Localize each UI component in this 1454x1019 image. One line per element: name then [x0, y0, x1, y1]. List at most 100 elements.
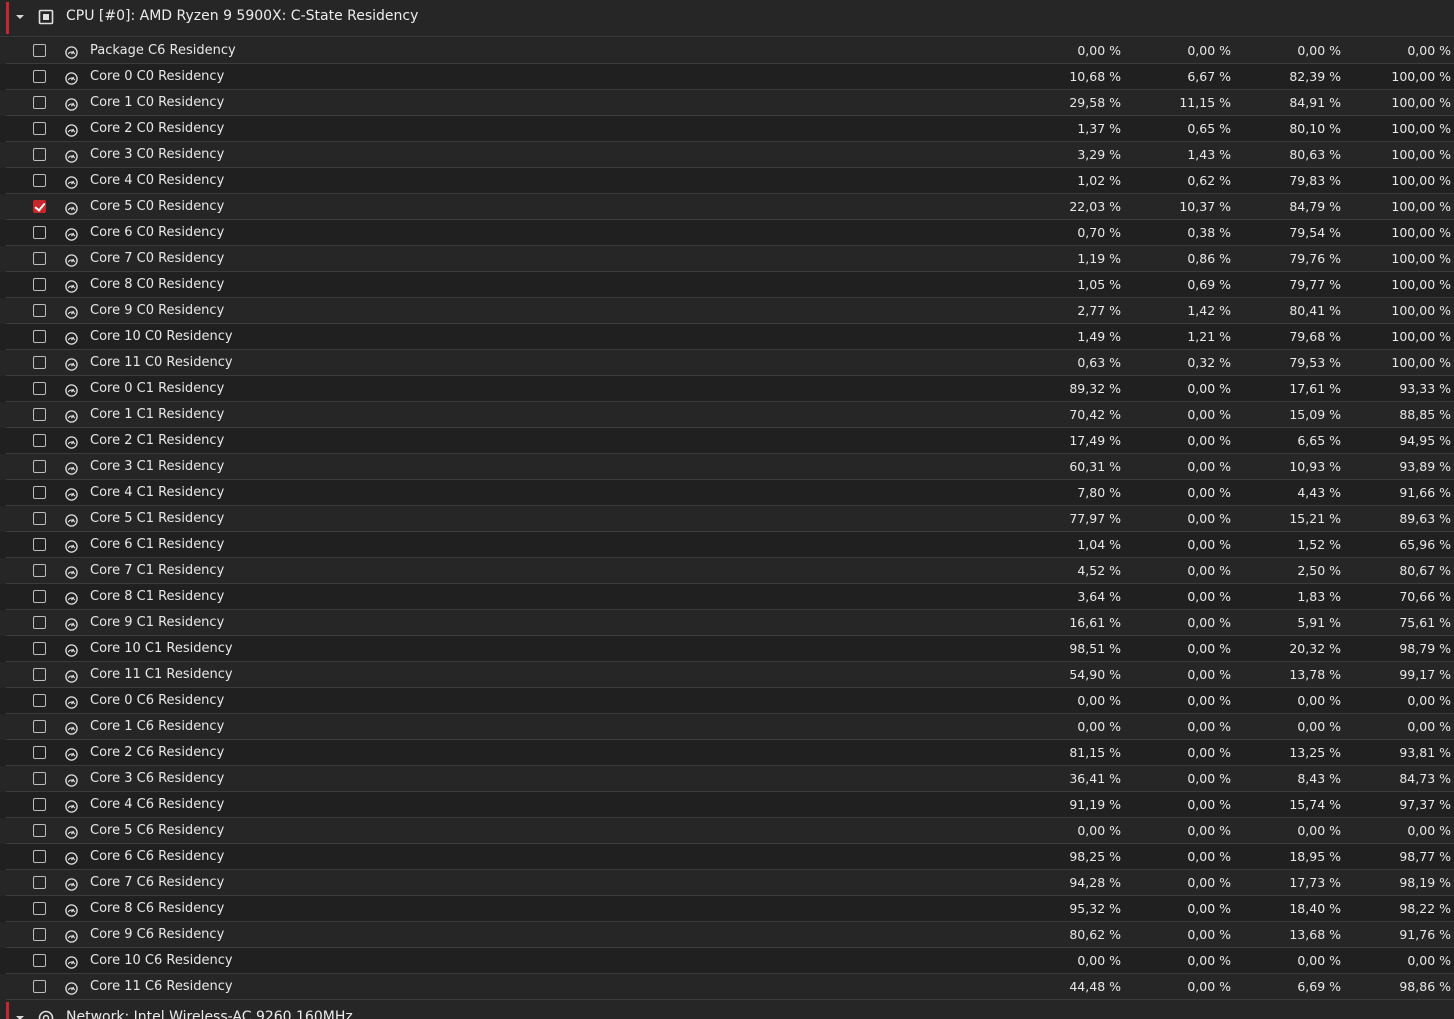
value-avg: 100,00 % [1391, 355, 1451, 370]
table-row[interactable]: Core 2 C0 Residency 1,37 % 0,65 % 80,10 % 10… [0, 116, 1454, 142]
value-max: 6,65 % [1297, 433, 1341, 448]
gauge-icon [65, 902, 78, 917]
table-row[interactable]: Core 11 C0 Residency 0,63 % 0,32 % 79,53 % 1… [0, 350, 1454, 376]
value-current: 54,90 % [1069, 667, 1121, 682]
row-checkbox[interactable] [33, 278, 46, 291]
row-checkbox[interactable] [33, 330, 46, 343]
row-checkbox[interactable] [33, 382, 46, 395]
table-row[interactable]: Package C6 Residency 0,00 % 0,00 % 0,00 % 0,… [0, 38, 1454, 64]
row-checkbox[interactable] [33, 564, 46, 577]
row-checkbox[interactable] [33, 148, 46, 161]
table-row[interactable]: Core 3 C0 Residency 3,29 % 1,43 % 80,63 % 10… [0, 142, 1454, 168]
row-checkbox[interactable] [33, 304, 46, 317]
table-row[interactable]: Core 5 C0 Residency 22,03 % 10,37 % 84,79 %… [0, 194, 1454, 220]
row-checkbox[interactable] [33, 902, 46, 915]
table-row[interactable]: Core 5 C1 Residency 77,97 % 0,00 % 15,21 % 8… [0, 506, 1454, 532]
table-row[interactable]: Core 7 C0 Residency 1,19 % 0,86 % 79,76 % 10… [0, 246, 1454, 272]
table-row[interactable]: Core 8 C0 Residency 1,05 % 0,69 % 79,77 % 10… [0, 272, 1454, 298]
row-checkbox[interactable] [33, 70, 46, 83]
value-max: 0,00 % [1297, 823, 1341, 838]
value-current: 98,51 % [1069, 641, 1121, 656]
table-row[interactable]: Core 10 C0 Residency 1,49 % 1,21 % 79,68 % 1… [0, 324, 1454, 350]
table-row[interactable]: Core 6 C1 Residency 1,04 % 0,00 % 1,52 % 65,… [0, 532, 1454, 558]
value-min: 0,00 % [1187, 407, 1231, 422]
row-checkbox[interactable] [33, 850, 46, 863]
row-checkbox[interactable] [33, 590, 46, 603]
row-checkbox[interactable] [33, 44, 46, 57]
table-row[interactable]: Core 2 C1 Residency 17,49 % 0,00 % 6,65 % 94… [0, 428, 1454, 454]
table-row[interactable]: Core 1 C0 Residency 29,58 % 11,15 % 84,91 %… [0, 90, 1454, 116]
table-row[interactable]: Core 7 C6 Residency 94,28 % 0,00 % 17,73 % 9… [0, 870, 1454, 896]
table-row[interactable]: Core 8 C1 Residency 3,64 % 0,00 % 1,83 % 70,… [0, 584, 1454, 610]
row-checkbox[interactable] [33, 798, 46, 811]
value-current: 1,05 % [1077, 277, 1121, 292]
row-checkbox[interactable] [33, 434, 46, 447]
row-checkbox[interactable] [33, 642, 46, 655]
table-row[interactable]: Core 3 C1 Residency 60,31 % 0,00 % 10,93 % 9… [0, 454, 1454, 480]
table-row[interactable]: Core 5 C6 Residency 0,00 % 0,00 % 0,00 % 0,0… [0, 818, 1454, 844]
table-row[interactable]: Core 6 C6 Residency 98,25 % 0,00 % 18,95 % 9… [0, 844, 1454, 870]
value-avg: 80,67 % [1399, 563, 1451, 578]
table-row[interactable]: Core 10 C1 Residency 98,51 % 0,00 % 20,32 %… [0, 636, 1454, 662]
row-checkbox[interactable] [33, 746, 46, 759]
table-row[interactable]: Core 9 C1 Residency 16,61 % 0,00 % 5,91 % 75… [0, 610, 1454, 636]
table-row[interactable]: Core 3 C6 Residency 36,41 % 0,00 % 8,43 % 84… [0, 766, 1454, 792]
row-checkbox[interactable] [33, 408, 46, 421]
row-checkbox[interactable] [33, 512, 46, 525]
row-checkbox[interactable] [33, 980, 46, 993]
sensor-rows: Package C6 Residency 0,00 % 0,00 % 0,00 % 0,… [0, 38, 1454, 1000]
chevron-down-icon[interactable] [14, 11, 26, 23]
row-checkbox[interactable] [33, 200, 46, 213]
row-checkbox[interactable] [33, 252, 46, 265]
row-checkbox[interactable] [33, 122, 46, 135]
table-row[interactable]: Core 6 C0 Residency 0,70 % 0,38 % 79,54 % 10… [0, 220, 1454, 246]
group-header-cpu-cstate[interactable]: CPU [#0]: AMD Ryzen 9 5900X: C-State Res… [0, 0, 1454, 37]
value-current: 17,49 % [1069, 433, 1121, 448]
row-checkbox[interactable] [33, 694, 46, 707]
table-row[interactable]: Core 2 C6 Residency 81,15 % 0,00 % 13,25 % 9… [0, 740, 1454, 766]
table-row[interactable]: Core 7 C1 Residency 4,52 % 0,00 % 2,50 % 80,… [0, 558, 1454, 584]
table-row[interactable]: Core 4 C0 Residency 1,02 % 0,62 % 79,83 % 10… [0, 168, 1454, 194]
row-checkbox[interactable] [33, 928, 46, 941]
row-checkbox[interactable] [33, 772, 46, 785]
chevron-down-icon[interactable] [14, 1012, 26, 1019]
sensor-label: Core 5 C1 Residency [90, 511, 225, 526]
table-row[interactable]: Core 9 C0 Residency 2,77 % 1,42 % 80,41 % 10… [0, 298, 1454, 324]
value-avg: 97,37 % [1399, 797, 1451, 812]
row-checkbox[interactable] [33, 226, 46, 239]
row-checkbox[interactable] [33, 356, 46, 369]
table-row[interactable]: Core 4 C1 Residency 7,80 % 0,00 % 4,43 % 91,… [0, 480, 1454, 506]
sensor-label: Core 6 C0 Residency [90, 225, 225, 240]
row-checkbox[interactable] [33, 616, 46, 629]
table-row[interactable]: Core 4 C6 Residency 91,19 % 0,00 % 15,74 % 9… [0, 792, 1454, 818]
table-row[interactable]: Core 0 C6 Residency 0,00 % 0,00 % 0,00 % 0,0… [0, 688, 1454, 714]
row-checkbox[interactable] [33, 96, 46, 109]
table-row[interactable]: Core 0 C0 Residency 10,68 % 6,67 % 82,39 % 1… [0, 64, 1454, 90]
gauge-icon [65, 200, 78, 215]
value-current: 0,00 % [1077, 823, 1121, 838]
row-checkbox[interactable] [33, 460, 46, 473]
row-checkbox[interactable] [33, 876, 46, 889]
table-row[interactable]: Core 8 C6 Residency 95,32 % 0,00 % 18,40 % 9… [0, 896, 1454, 922]
table-row[interactable]: Core 1 C6 Residency 0,00 % 0,00 % 0,00 % 0,0… [0, 714, 1454, 740]
group-header-network[interactable]: Network: Intel Wireless-AC 9260 160MHz [0, 1000, 1454, 1019]
gauge-icon [65, 174, 78, 189]
row-checkbox[interactable] [33, 720, 46, 733]
value-current: 1,49 % [1077, 329, 1121, 344]
table-row[interactable]: Core 0 C1 Residency 89,32 % 0,00 % 17,61 % 9… [0, 376, 1454, 402]
table-row[interactable]: Core 10 C6 Residency 0,00 % 0,00 % 0,00 % 0,… [0, 948, 1454, 974]
row-checkbox[interactable] [33, 174, 46, 187]
row-checkbox[interactable] [33, 668, 46, 681]
table-row[interactable]: Core 11 C6 Residency 44,48 % 0,00 % 6,69 % 9… [0, 974, 1454, 1000]
gauge-icon [65, 460, 78, 475]
table-row[interactable]: Core 9 C6 Residency 80,62 % 0,00 % 13,68 % 9… [0, 922, 1454, 948]
table-row[interactable]: Core 1 C1 Residency 70,42 % 0,00 % 15,09 % 8… [0, 402, 1454, 428]
table-row[interactable]: Core 11 C1 Residency 54,90 % 0,00 % 13,78 %… [0, 662, 1454, 688]
row-checkbox[interactable] [33, 954, 46, 967]
value-min: 0,00 % [1187, 953, 1231, 968]
value-avg: 93,81 % [1399, 745, 1451, 760]
value-min: 0,69 % [1187, 277, 1231, 292]
row-checkbox[interactable] [33, 486, 46, 499]
row-checkbox[interactable] [33, 824, 46, 837]
row-checkbox[interactable] [33, 538, 46, 551]
